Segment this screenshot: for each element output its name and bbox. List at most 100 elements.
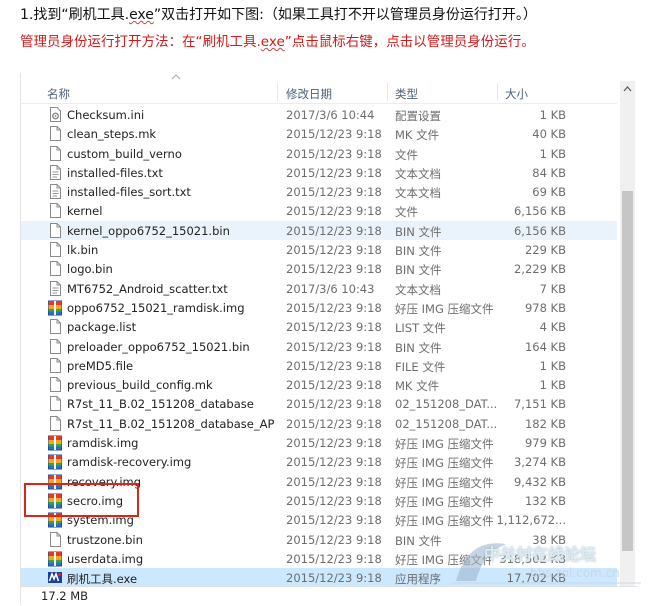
file-name: kernel [67, 204, 103, 219]
file-date: 2015/12/23 9:18 [286, 551, 382, 566]
file-name: package.list [67, 320, 137, 335]
file-name: trustzone.bin [67, 532, 143, 547]
file-row[interactable]: ramdisk-recovery.img 2015/12/23 9:18 好压 IM… [21, 452, 617, 471]
file-type: 02_151208_DAT... [395, 416, 498, 431]
column-divider[interactable] [387, 83, 388, 101]
file-type: BIN 文件 [395, 244, 442, 259]
file-date: 2015/12/23 9:18 [286, 493, 382, 508]
file-size: 229 KB [524, 243, 566, 258]
file-name: R7st_11_B.02_151208_database_AP [67, 416, 275, 431]
file-row[interactable]: Checksum.ini 2017/3/6 10:44 配置设置 1 KB [21, 105, 617, 124]
file-name: preMD5.file [67, 358, 134, 373]
file-size: 979 KB [524, 436, 566, 451]
file-type: 文本文档 [395, 186, 441, 201]
file-type: MK 文件 [395, 128, 440, 143]
file-name: kernel_oppo6752_15021.bin [67, 223, 230, 238]
file-row[interactable]: kernel 2015/12/23 9:18 文件 6,156 KB [21, 201, 617, 220]
column-divider[interactable] [497, 83, 498, 101]
file-date: 2017/3/6 10:43 [286, 281, 375, 296]
file-type: 文本文档 [395, 282, 441, 297]
file-row[interactable]: custom_build_verno 2015/12/23 9:18 文件 1 KB [21, 144, 617, 163]
column-header: 名称 修改日期 类型 大小 [21, 81, 617, 104]
file-date: 2015/12/23 9:18 [286, 474, 382, 489]
file-icon [47, 145, 63, 162]
file-icon [47, 222, 63, 239]
file-type: 文本文档 [395, 166, 441, 181]
file-date: 2015/12/23 9:18 [286, 243, 382, 258]
file-row[interactable]: R7st_11_B.02_151208_database_AP 2015/12/2… [21, 414, 617, 433]
file-type: BIN 文件 [395, 263, 442, 278]
file-date: 2015/12/23 9:18 [286, 378, 382, 393]
archive-icon [47, 434, 63, 451]
exe-icon [47, 569, 63, 586]
file-size: 40 KB [532, 127, 566, 142]
file-icon [47, 338, 63, 355]
file-date: 2015/12/23 9:18 [286, 146, 382, 161]
file-date: 2017/3/6 10:44 [286, 108, 375, 122]
file-row[interactable]: logo.bin 2015/12/23 9:18 BIN 文件 2,229 KB [21, 259, 617, 278]
file-name: preloader_oppo6752_15021.bin [67, 339, 250, 354]
file-row[interactable]: lk.bin 2015/12/23 9:18 BIN 文件 229 KB [21, 240, 617, 259]
file-name: MT6752_Android_scatter.txt [67, 281, 228, 296]
archive-icon [47, 453, 63, 470]
file-row[interactable]: preMD5.file 2015/12/23 9:18 FILE 文件 1 KB [21, 356, 617, 375]
status-bar: 17.2 MB [21, 586, 637, 606]
column-date-header[interactable]: 修改日期 [286, 86, 332, 102]
file-size: 978 KB [524, 300, 566, 315]
file-type: 好压 IMG 压缩文件 [395, 301, 494, 316]
file-type: 配置设置 [395, 109, 441, 123]
file-row[interactable]: R7st_11_B.02_151208_database 2015/12/23 9… [21, 394, 617, 413]
file-size: 69 KB [532, 185, 566, 200]
file-type: 好压 IMG 压缩文件 [395, 456, 494, 471]
file-row[interactable]: ramdisk.img 2015/12/23 9:18 好压 IMG 压缩文件 979… [21, 433, 617, 452]
file-row[interactable]: clean_steps.mk 2015/12/23 9:18 MK 文件 40 KB [21, 124, 617, 143]
file-size: 84 KB [532, 165, 566, 180]
file-size: 1 KB [539, 358, 566, 373]
file-size: 6,156 KB [513, 204, 566, 219]
file-row[interactable]: preloader_oppo6752_15021.bin 2015/12/23 9… [21, 337, 617, 356]
file-type: 好压 IMG 压缩文件 [395, 494, 494, 509]
file-icon [47, 415, 63, 432]
file-icon [47, 376, 63, 393]
file-icon [47, 202, 63, 219]
file-row[interactable]: package.list 2015/12/23 9:18 LIST 文件 4 KB [21, 317, 617, 336]
scroll-up-icon[interactable] [620, 81, 635, 97]
file-type: 好压 IMG 压缩文件 [395, 514, 494, 529]
file-row[interactable]: previous_build_config.mk 2015/12/23 9:18 M… [21, 375, 617, 394]
file-type: 应用程序 [395, 572, 441, 587]
file-row[interactable]: installed-files_sort.txt 2015/12/23 9:18 文… [21, 182, 617, 201]
file-size: 4 KB [539, 320, 566, 335]
file-name: 刷机工具.exe [67, 572, 138, 587]
file-icon [47, 241, 63, 258]
file-date: 2015/12/23 9:18 [286, 397, 382, 412]
sort-up-icon[interactable] [171, 74, 181, 80]
file-row[interactable]: kernel_oppo6752_15021.bin 2015/12/23 9:18… [21, 220, 617, 241]
file-icon [47, 125, 63, 142]
file-date: 2015/12/23 9:18 [286, 436, 382, 451]
file-size: 3,274 KB [513, 455, 566, 470]
instruction-line-2: 管理员身份运行打开方法：在“刷机工具.exe”点击鼠标右键，点击以管理员身份运行… [20, 34, 535, 50]
file-type: BIN 文件 [395, 533, 442, 548]
file-name: installed-files_sort.txt [67, 185, 191, 200]
column-size-header[interactable]: 大小 [505, 86, 528, 102]
column-divider[interactable] [277, 83, 278, 101]
file-row[interactable]: oppo6752_15021_ramdisk.img 2015/12/23 9:1… [21, 298, 617, 317]
file-name: ramdisk-recovery.img [67, 455, 192, 470]
file-date: 2015/12/23 9:18 [286, 320, 382, 335]
vertical-scrollbar[interactable] [620, 81, 635, 586]
file-row[interactable]: installed-files.txt 2015/12/23 9:18 文本文档 84… [21, 163, 617, 182]
archive-icon [47, 550, 63, 567]
file-row[interactable]: MT6752_Android_scatter.txt 2017/3/6 10:43… [21, 279, 617, 298]
file-size: 7,151 KB [513, 397, 566, 412]
file-name: previous_build_config.mk [67, 378, 213, 393]
file-date: 2015/12/23 9:18 [286, 532, 382, 547]
file-date: 2015/12/23 9:18 [286, 204, 382, 219]
scrollbar-thumb[interactable] [622, 191, 633, 551]
file-name: userdata.img [67, 551, 144, 566]
file-size: 1 KB [539, 108, 566, 122]
text-icon [47, 164, 63, 181]
column-name-header[interactable]: 名称 [47, 86, 70, 102]
file-icon [47, 357, 63, 374]
column-type-header[interactable]: 类型 [395, 86, 418, 102]
file-size: 1 KB [539, 146, 566, 161]
